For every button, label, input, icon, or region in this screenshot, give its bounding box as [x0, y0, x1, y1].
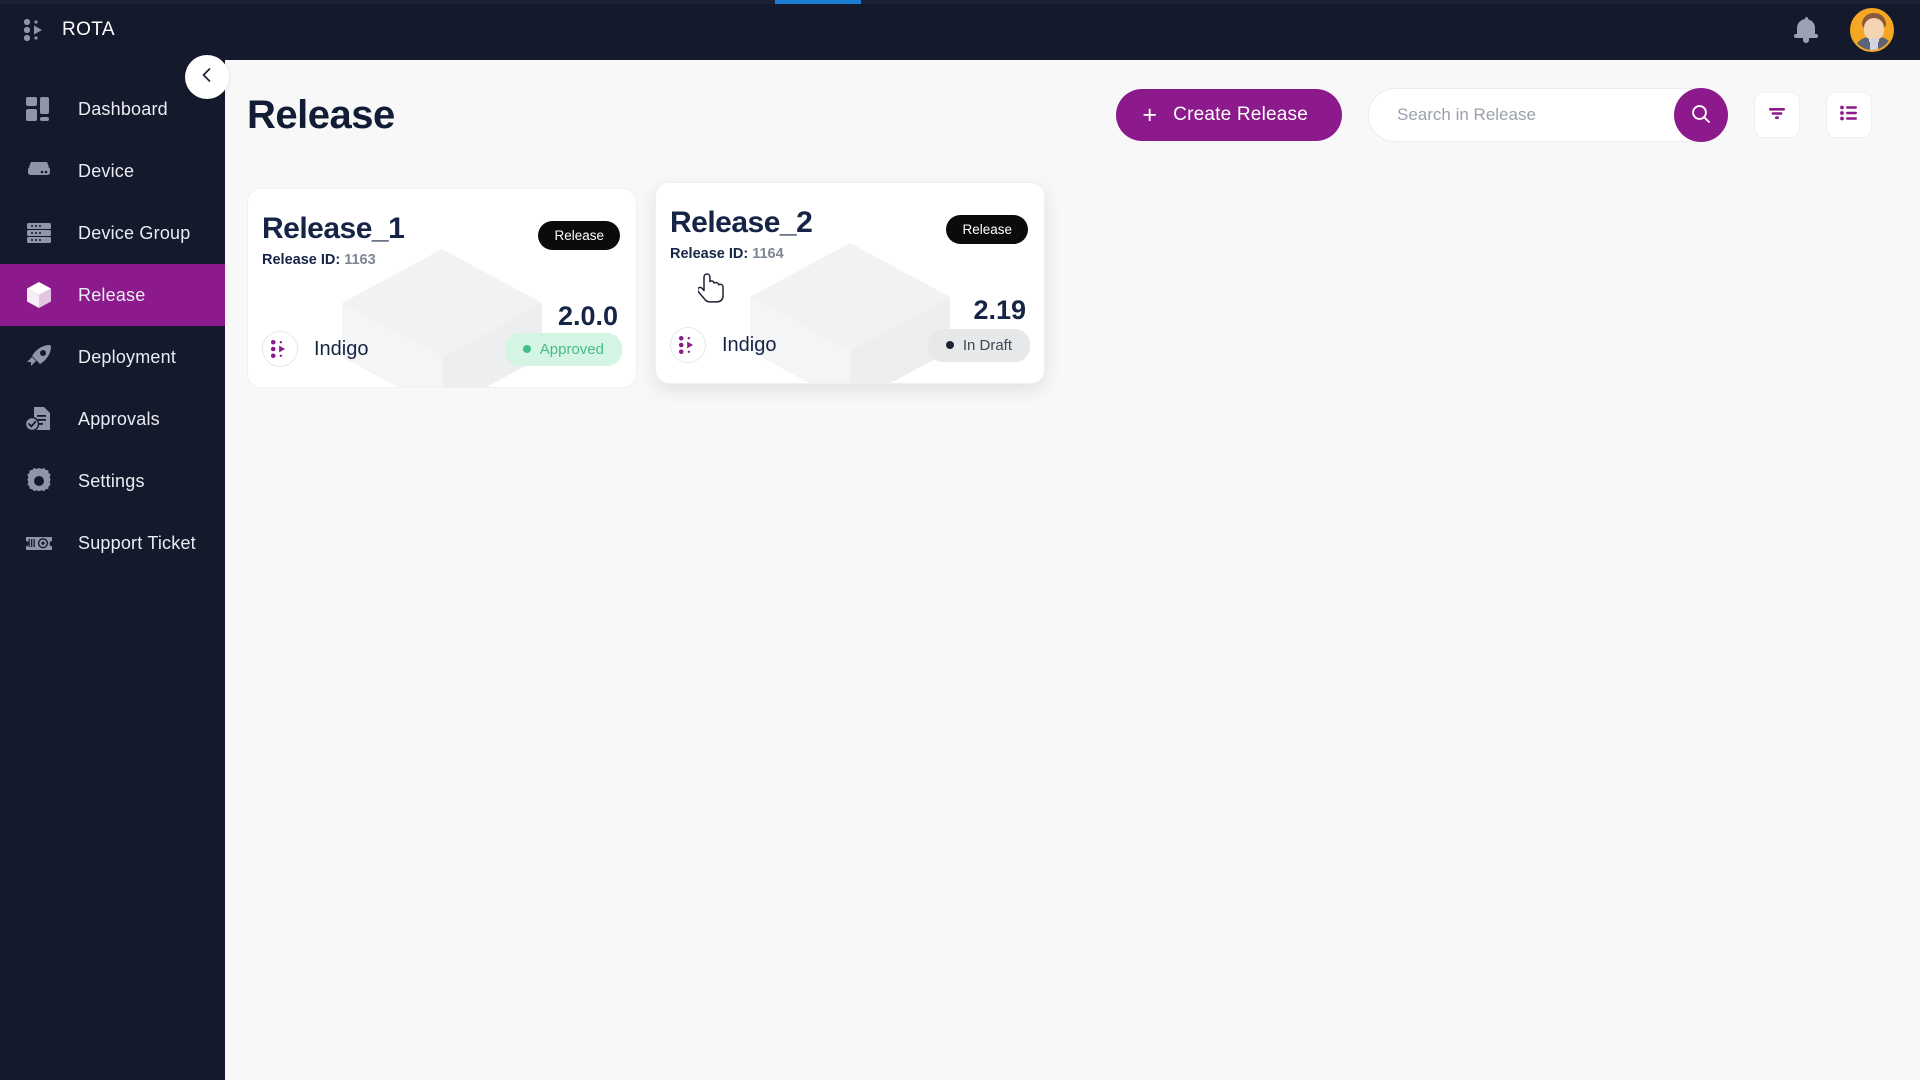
search-icon: [1689, 102, 1713, 129]
page-loading-bar: [0, 0, 1920, 4]
gear-icon: [22, 464, 56, 498]
release-id-label: Release ID:: [262, 251, 341, 268]
sidebar-item-device[interactable]: Device: [0, 140, 225, 202]
list-view-icon: [1838, 102, 1860, 129]
status-badge: In Draft: [927, 328, 1030, 362]
release-id: Release ID: 1164: [670, 246, 1044, 262]
page-header: Release + Create Release: [225, 60, 1920, 170]
device-group-rack-icon: [22, 216, 56, 250]
sidebar-collapse-button[interactable]: [185, 55, 229, 99]
sidebar-item-label: Settings: [78, 470, 145, 491]
release-card[interactable]: Release_1 Release ID: 1163 Release 2.0.0: [247, 188, 637, 388]
page-loading-bar-fill: [775, 0, 861, 4]
header-actions: + Create Release: [1116, 88, 1872, 142]
sidebar-item-label: Device: [78, 160, 135, 181]
plus-icon: +: [1142, 100, 1158, 129]
card-footer: Indigo Approved: [262, 331, 622, 367]
list-view-button[interactable]: [1826, 92, 1872, 138]
support-ticket-icon: [22, 526, 56, 560]
rocket-icon: [22, 340, 56, 374]
filter-icon: [1766, 102, 1788, 129]
top-bar: ROTA: [0, 0, 1920, 60]
sidebar-item-deployment[interactable]: Deployment: [0, 326, 225, 388]
sidebar-item-label: Approvals: [78, 408, 160, 429]
sidebar-item-label: Deployment: [78, 346, 177, 367]
filter-button[interactable]: [1754, 92, 1800, 138]
vendor-name: Indigo: [722, 333, 777, 356]
release-type-badge: Release: [538, 221, 620, 250]
sidebar-item-label: Support Ticket: [78, 532, 196, 553]
sidebar-item-support-ticket[interactable]: Support Ticket: [0, 512, 225, 574]
brand-name: ROTA: [62, 19, 115, 40]
status-label: In Draft: [962, 336, 1012, 354]
bell-icon[interactable]: [1794, 16, 1818, 44]
status-dot-icon: [522, 345, 531, 353]
release-version: 2.19: [973, 295, 1026, 325]
release-box-icon: [22, 278, 56, 312]
release-id-label: Release ID:: [670, 245, 749, 262]
release-id: Release ID: 1163: [262, 252, 636, 268]
sidebar-item-label: Release: [78, 284, 146, 305]
sidebar-item-device-group[interactable]: Device Group: [0, 202, 225, 264]
card-footer: Indigo In Draft: [670, 327, 1030, 363]
create-release-label: Create Release: [1173, 104, 1308, 125]
top-bar-actions: [1794, 8, 1920, 52]
indigo-dots-logo-icon: [262, 331, 298, 367]
sidebar: Dashboard Device Device Group Release De…: [0, 60, 225, 1080]
release-card[interactable]: Release_2 Release ID: 1164 Release 2.19: [655, 182, 1045, 384]
search-box: [1368, 88, 1728, 142]
search-button[interactable]: [1674, 88, 1728, 142]
device-server-icon: [22, 154, 56, 188]
sidebar-item-approvals[interactable]: Approvals: [0, 388, 225, 450]
create-release-button[interactable]: + Create Release: [1116, 89, 1342, 141]
approvals-document-check-icon: [22, 402, 56, 436]
dashboard-grid-icon: [22, 92, 56, 126]
status-dot-icon: [945, 341, 954, 349]
release-id-value: 1164: [752, 245, 784, 262]
status-badge: Approved: [504, 332, 622, 366]
status-label: Approved: [539, 340, 604, 358]
avatar[interactable]: [1850, 8, 1894, 52]
main-content: Release + Create Release Search in Relea…: [225, 60, 1920, 1080]
rota-dots-arrow-logo-icon: [22, 17, 48, 43]
release-type-badge: Release: [946, 215, 1028, 244]
release-version: 2.0.0: [557, 301, 618, 331]
sidebar-item-release[interactable]: Release: [0, 264, 225, 326]
release-id-value: 1163: [344, 251, 376, 268]
vendor-name: Indigo: [314, 337, 369, 360]
sidebar-item-settings[interactable]: Settings: [0, 450, 225, 512]
page-title: Release: [247, 92, 395, 137]
release-card-list: Release_1 Release ID: 1163 Release 2.0.0: [225, 170, 1920, 388]
chevron-left-icon: [197, 65, 217, 90]
indigo-dots-logo-icon: [670, 327, 706, 363]
sidebar-item-label: Dashboard: [78, 98, 168, 119]
brand[interactable]: ROTA: [0, 17, 225, 43]
sidebar-item-label: Device Group: [78, 222, 191, 243]
